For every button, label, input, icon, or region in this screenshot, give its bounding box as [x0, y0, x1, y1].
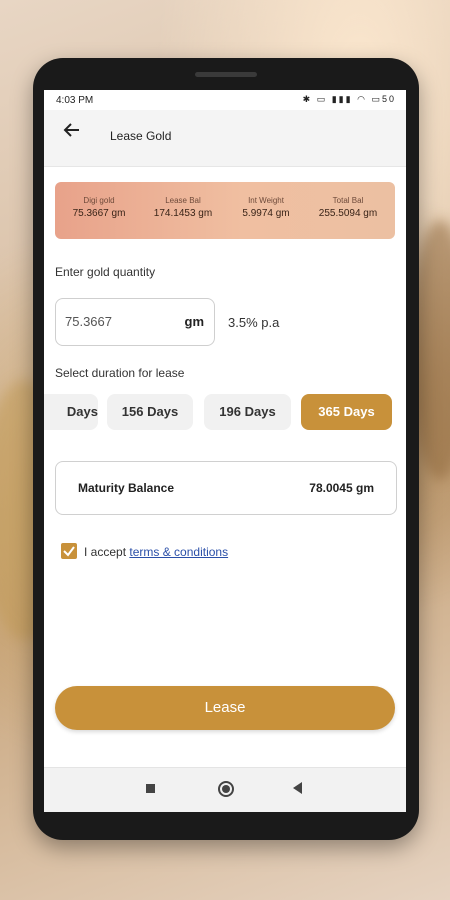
maturity-label: Maturity Balance [78, 481, 175, 495]
terms-checkbox[interactable] [61, 543, 77, 559]
lease-button[interactable]: Lease [55, 686, 395, 730]
duration-chip-365[interactable]: 365 Days [301, 394, 392, 430]
lease-bal-label: Lease Bal [165, 196, 201, 205]
int-weight-stat: Int Weight 5.9974 gm [226, 196, 306, 219]
duration-label: Select duration for lease [55, 366, 185, 380]
check-icon [63, 546, 75, 557]
total-bal-value: 255.5094 gm [318, 208, 378, 219]
wifi-icon: ◠ [357, 94, 367, 104]
duration-chip-156[interactable]: 156 Days [107, 394, 193, 430]
app-screen: 4:03 PM ✱ ▭ ▮▮▮ ◠ ▭50 Lease Gold Digi go… [44, 90, 406, 812]
quantity-label: Enter gold quantity [55, 265, 156, 279]
vibrate-icon: ▭ [316, 94, 328, 104]
balance-summary-card: Digi gold 75.3667 gm Lease Bal 174.1453 … [55, 182, 395, 239]
terms-text: I accept terms & conditions [84, 545, 228, 559]
status-icons: ✱ ▭ ▮▮▮ ◠ ▭50 [303, 94, 396, 105]
digi-gold-value: 75.3667 gm [72, 208, 126, 219]
bluetooth-icon: ✱ [302, 94, 313, 104]
phone-speaker [195, 72, 257, 77]
terms-prefix: I accept [84, 545, 127, 559]
app-bar: Lease Gold [44, 110, 406, 167]
maturity-value: 78.0045 gm [309, 481, 374, 495]
quantity-unit: gm [184, 314, 205, 329]
status-time: 4:03 PM [56, 95, 94, 106]
terms-link[interactable]: terms & conditions [129, 545, 228, 559]
duration-chip-196[interactable]: 196 Days [204, 394, 291, 430]
duration-options: Days 156 Days 196 Days 365 Days [44, 394, 406, 432]
gold-quantity-input[interactable]: 75.3667 gm [55, 298, 215, 346]
arrow-left-icon[interactable] [62, 120, 82, 140]
maturity-balance-card: Maturity Balance 78.0045 gm [55, 461, 397, 515]
page-title: Lease Gold [110, 129, 172, 143]
battery-level: 50 [381, 94, 396, 104]
duration-chip-partial[interactable]: Days [44, 394, 98, 430]
digi-gold-label: Digi gold [83, 196, 115, 205]
back-icon[interactable] [293, 782, 302, 794]
signal-icon: ▮▮▮ [331, 94, 353, 104]
home-icon[interactable] [218, 781, 234, 797]
digi-gold-stat: Digi gold 75.3667 gm [59, 196, 139, 219]
android-nav-bar [44, 767, 406, 812]
total-bal-stat: Total Bal 255.5094 gm [308, 196, 388, 219]
lease-bal-stat: Lease Bal 174.1453 gm [143, 196, 223, 219]
int-weight-value: 5.9974 gm [242, 208, 290, 219]
status-bar: 4:03 PM ✱ ▭ ▮▮▮ ◠ ▭50 [44, 90, 406, 110]
battery-icon: ▭50 [371, 94, 396, 104]
int-weight-label: Int Weight [248, 196, 284, 205]
total-bal-label: Total Bal [332, 196, 364, 205]
lease-bal-value: 174.1453 gm [153, 208, 213, 219]
recent-apps-icon[interactable] [146, 784, 155, 793]
interest-rate: 3.5% p.a [228, 315, 280, 330]
quantity-value[interactable]: 75.3667 [65, 314, 112, 329]
